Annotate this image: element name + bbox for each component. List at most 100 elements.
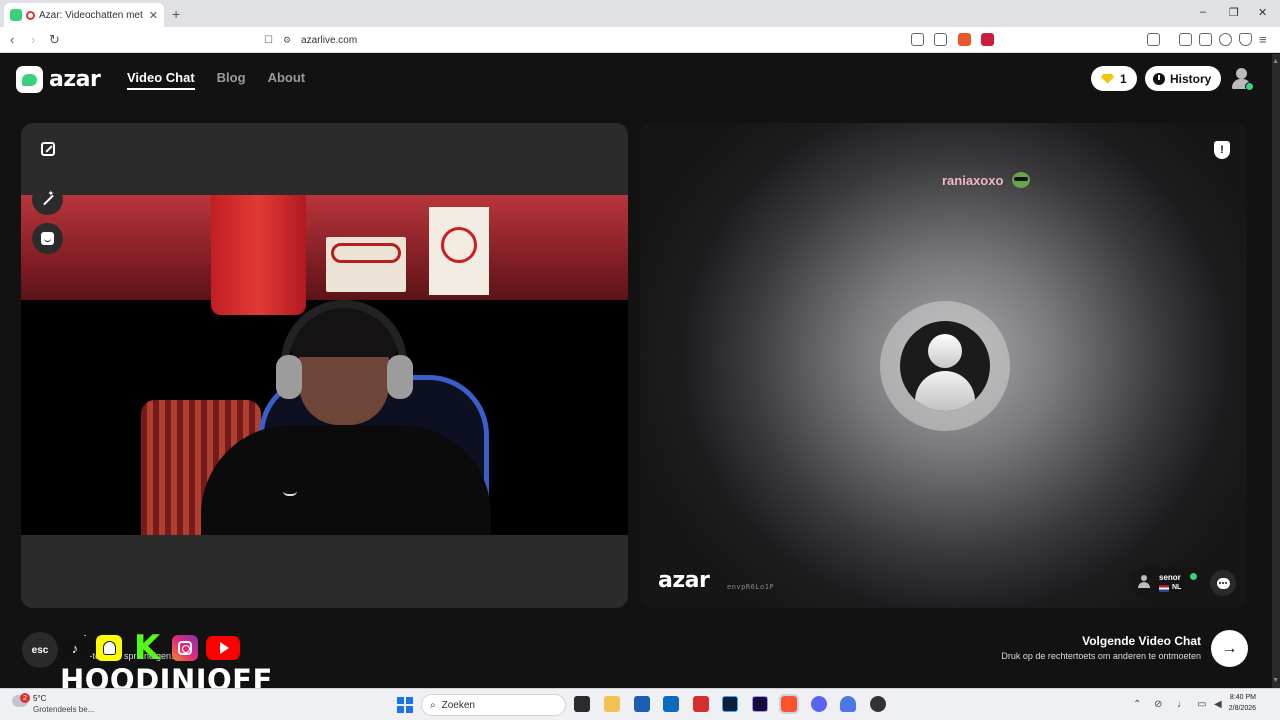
chip-username: senor (1159, 573, 1181, 582)
tiktok-icon: ♪ (62, 635, 88, 661)
forward-icon[interactable]: › (31, 32, 35, 47)
main-nav: Video Chat Blog About (127, 70, 305, 90)
site-info-icon[interactable]: ⚙ (283, 35, 291, 46)
next-chat-desc: Druk op de rechtertoets om anderen te on… (1001, 651, 1201, 661)
browser-tab[interactable]: Azar: Videochatten met nieuwe ✕ (4, 3, 164, 27)
kick-icon: K (133, 628, 161, 668)
store-icon[interactable] (634, 696, 650, 712)
scroll-up-icon[interactable]: ▲ (1272, 58, 1279, 65)
extensions-icon[interactable] (1147, 33, 1160, 46)
windows-taskbar: 2 5°C Grotendeels be... ⌕ Zoeken ⌃ ⊘ ♩ ▭… (0, 688, 1280, 720)
bookmark-icon[interactable]: ☐ (264, 35, 273, 46)
instagram-icon (172, 635, 198, 661)
online-status-icon (1190, 573, 1197, 580)
azar-watermark: azar (658, 568, 710, 593)
taskbar-search[interactable]: ⌕ Zoeken (421, 694, 566, 716)
menu-icon[interactable]: ≡ (1259, 32, 1267, 47)
network-off-icon[interactable]: ⊘ (1154, 699, 1162, 710)
report-button[interactable]: ! (1214, 141, 1230, 159)
volume-icon[interactable]: ◀ (1214, 699, 1222, 710)
brave-rewards-icon[interactable] (981, 33, 994, 46)
recording-icon (26, 10, 35, 20)
tab-close-icon[interactable]: ✕ (149, 9, 158, 22)
expand-button[interactable] (32, 133, 63, 164)
profile-avatar-icon[interactable] (1230, 66, 1254, 92)
face-filter-icon (41, 232, 54, 245)
watermark-id: envpR6Lo1P (727, 583, 775, 591)
face-filter-button[interactable] (32, 223, 63, 254)
reload-icon[interactable]: ↻ (49, 32, 60, 48)
chip-country: NL (1172, 584, 1182, 591)
obs-icon[interactable] (870, 696, 886, 712)
task-view-icon[interactable] (574, 696, 590, 712)
nav-video-chat[interactable]: Video Chat (127, 70, 195, 90)
close-window-button[interactable]: ✕ (1258, 6, 1267, 19)
chat-bubble-icon (1216, 577, 1230, 589)
gem-icon (1101, 73, 1114, 84)
scroll-down-icon[interactable]: ▼ (1272, 677, 1279, 684)
video-tools (32, 133, 63, 262)
file-explorer-icon[interactable] (604, 696, 620, 712)
app-icon[interactable] (840, 696, 856, 712)
cast-icon[interactable] (911, 33, 924, 46)
display-icon[interactable]: ▭ (1197, 699, 1206, 710)
page-scrollbar[interactable]: ▲ ▼ (1272, 54, 1280, 688)
history-label: History (1170, 71, 1212, 86)
tab-title: Azar: Videochatten met nieuwe (39, 9, 145, 21)
user-icon (1138, 575, 1150, 589)
microphone-icon[interactable]: ♩ (1177, 699, 1187, 710)
leo-ai-icon[interactable] (1219, 33, 1232, 46)
minimize-button[interactable]: – (1200, 6, 1206, 18)
cool-emoji-icon (1012, 172, 1030, 188)
photoshop-icon[interactable] (722, 696, 738, 712)
nav-blog[interactable]: Blog (217, 70, 246, 90)
partner-avatar (880, 301, 1010, 431)
clock-date[interactable]: 2/8/2026 (1229, 705, 1256, 712)
search-placeholder: Zoeken (441, 699, 475, 711)
snapchat-icon (96, 635, 122, 661)
back-icon[interactable]: ‹ (10, 32, 14, 47)
magic-wand-icon (41, 189, 55, 207)
browser-tabbar: Azar: Videochatten met nieuwe ✕ + – ❐ ✕ (0, 0, 1280, 27)
maximize-button[interactable]: ❐ (1229, 6, 1239, 19)
next-chat-button[interactable]: → (1211, 630, 1248, 667)
social-overlay: ♪ K (62, 628, 240, 668)
clock-icon (1153, 72, 1165, 85)
wallet-icon[interactable] (1199, 33, 1212, 46)
azar-page: azar Video Chat Blog About 1 History ✦ r… (0, 54, 1272, 697)
premiere-icon[interactable] (752, 696, 768, 712)
default-user-icon (900, 321, 990, 411)
youtube-icon (206, 636, 240, 660)
partner-video-panel: raniaxoxo ! azar envpR6Lo1P senor NL (640, 123, 1247, 608)
share-icon[interactable] (934, 33, 947, 46)
expand-icon (40, 141, 55, 156)
search-icon: ⌕ (430, 699, 436, 711)
new-tab-button[interactable]: + (172, 6, 180, 22)
sidebar-icon[interactable] (1179, 33, 1192, 46)
effects-button[interactable] (32, 184, 63, 215)
outlook-icon[interactable] (663, 696, 679, 712)
esc-button[interactable]: esc (22, 632, 58, 668)
brave-shield-icon[interactable] (958, 33, 971, 46)
url-text[interactable]: azarlive.com (301, 35, 357, 46)
history-button[interactable]: History (1145, 66, 1222, 91)
azar-logo[interactable]: azar (16, 66, 101, 93)
discord-icon[interactable] (811, 696, 827, 712)
weather-badge: 2 (20, 693, 30, 703)
partner-name: raniaxoxo (942, 173, 1004, 188)
start-button[interactable] (397, 697, 413, 713)
address-bar[interactable]: ☐ ⚙ azarlive.com (258, 30, 1000, 50)
tray-overflow-icon[interactable]: ⌃ (1133, 699, 1141, 710)
acrobat-icon[interactable] (693, 696, 709, 712)
chat-button[interactable] (1210, 570, 1236, 596)
nav-about[interactable]: About (268, 70, 306, 90)
user-chip[interactable]: senor NL (1131, 567, 1201, 599)
my-video-panel (21, 123, 628, 608)
clock-time[interactable]: 8:40 PM (1230, 694, 1256, 701)
nl-flag-icon (1159, 585, 1169, 592)
webcam-feed (21, 195, 628, 535)
gems-button[interactable]: 1 (1091, 66, 1137, 91)
brave-browser-icon[interactable] (779, 694, 799, 714)
gems-count: 1 (1120, 71, 1127, 86)
vpn-icon[interactable] (1239, 33, 1252, 46)
